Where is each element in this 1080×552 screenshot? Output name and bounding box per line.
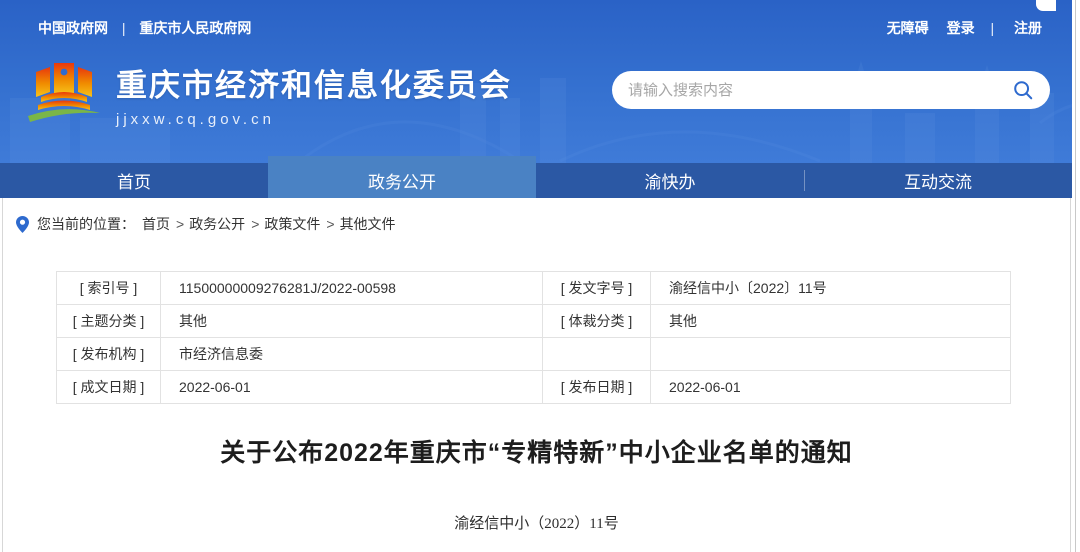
breadcrumb-home[interactable]: 首页 bbox=[142, 214, 170, 234]
page-corner-notch bbox=[1036, 0, 1056, 11]
meta-label-index-no: [ 索引号 ] bbox=[57, 272, 161, 305]
meta-value-subject-category: 其他 bbox=[161, 305, 543, 338]
breadcrumb-separator: > bbox=[176, 216, 184, 232]
breadcrumb: 您当前的位置： 首页 > 政务公开 > 政策文件 > 其他文件 bbox=[3, 198, 1070, 234]
meta-label-empty bbox=[543, 338, 651, 371]
document-meta-table: [ 索引号 ] 11500000009276281J/2022-00598 [ … bbox=[56, 271, 1011, 404]
search-input[interactable] bbox=[628, 82, 1012, 99]
topbar-separator: | bbox=[122, 20, 126, 36]
breadcrumb-policy-files[interactable]: 政策文件 bbox=[264, 214, 320, 234]
meta-label-publish-date: [ 发布日期 ] bbox=[543, 371, 651, 404]
meta-label-written-date: [ 成文日期 ] bbox=[57, 371, 161, 404]
site-title: 重庆市经济和信息化委员会 bbox=[116, 60, 512, 105]
nav-item-gov-info[interactable]: 政务公开 bbox=[268, 156, 536, 198]
page: 中国政府网 | 重庆市人民政府网 无障碍 登录 | 注册 bbox=[0, 0, 1072, 552]
topbar-link-china-gov[interactable]: 中国政府网 bbox=[38, 20, 108, 36]
register-link[interactable]: 注册 bbox=[1014, 20, 1042, 36]
meta-value-doc-symbol: 渝经信中小〔2022〕11号 bbox=[651, 272, 1011, 305]
breadcrumb-separator: > bbox=[326, 216, 334, 232]
page-right-edge bbox=[1072, 0, 1080, 552]
topbar-left: 中国政府网 | 重庆市人民政府网 bbox=[38, 18, 251, 38]
meta-label-doc-symbol: [ 发文字号 ] bbox=[543, 272, 651, 305]
search-icon[interactable] bbox=[1012, 79, 1034, 101]
site-logo-icon bbox=[26, 56, 102, 132]
breadcrumb-gov-info[interactable]: 政务公开 bbox=[189, 214, 245, 234]
meta-value-empty bbox=[651, 338, 1011, 371]
meta-label-issuing-agency: [ 发布机构 ] bbox=[57, 338, 161, 371]
location-pin-icon bbox=[16, 216, 29, 233]
site-header: 中国政府网 | 重庆市人民政府网 无障碍 登录 | 注册 bbox=[0, 0, 1072, 163]
table-row: [ 主题分类 ] 其他 [ 体裁分类 ] 其他 bbox=[57, 305, 1011, 338]
meta-value-written-date: 2022-06-01 bbox=[161, 371, 543, 404]
nav-item-home[interactable]: 首页 bbox=[0, 163, 268, 198]
meta-value-index-no: 11500000009276281J/2022-00598 bbox=[161, 272, 543, 305]
table-row: [ 成文日期 ] 2022-06-01 [ 发布日期 ] 2022-06-01 bbox=[57, 371, 1011, 404]
meta-value-publish-date: 2022-06-01 bbox=[651, 371, 1011, 404]
search-box bbox=[612, 71, 1050, 109]
nav-item-yukuaiban[interactable]: 渝快办 bbox=[536, 163, 804, 198]
content-area: 您当前的位置： 首页 > 政务公开 > 政策文件 > 其他文件 [ 索引号 ] … bbox=[2, 198, 1071, 552]
meta-value-issuing-agency: 市经济信息委 bbox=[161, 338, 543, 371]
site-url: jjxxw.cq.gov.cn bbox=[116, 111, 512, 128]
table-row: [ 索引号 ] 11500000009276281J/2022-00598 [ … bbox=[57, 272, 1011, 305]
meta-value-genre-category: 其他 bbox=[651, 305, 1011, 338]
breadcrumb-separator: > bbox=[251, 216, 259, 232]
accessibility-link[interactable]: 无障碍 bbox=[887, 20, 929, 36]
topbar-link-cq-gov[interactable]: 重庆市人民政府网 bbox=[139, 20, 251, 36]
meta-label-genre-category: [ 体裁分类 ] bbox=[543, 305, 651, 338]
table-row: [ 发布机构 ] 市经济信息委 bbox=[57, 338, 1011, 371]
brand-text: 重庆市经济和信息化委员会 jjxxw.cq.gov.cn bbox=[116, 60, 512, 128]
login-link[interactable]: 登录 bbox=[947, 20, 975, 36]
topbar-right: 无障碍 登录 | 注册 bbox=[873, 18, 1042, 38]
breadcrumb-label: 您当前的位置： bbox=[37, 214, 135, 234]
meta-label-subject-category: [ 主题分类 ] bbox=[57, 305, 161, 338]
site-brand[interactable]: 重庆市经济和信息化委员会 jjxxw.cq.gov.cn bbox=[26, 56, 512, 132]
topbar: 中国政府网 | 重庆市人民政府网 无障碍 登录 | 注册 bbox=[0, 0, 1072, 38]
nav-item-interaction[interactable]: 互动交流 bbox=[804, 163, 1072, 198]
article-title: 关于公布2022年重庆市“专精特新”中小企业名单的通知 bbox=[3, 433, 1070, 469]
main-nav: 首页 政务公开 渝快办 互动交流 bbox=[0, 163, 1072, 198]
topbar-separator: | bbox=[990, 20, 994, 36]
breadcrumb-other-files[interactable]: 其他文件 bbox=[340, 214, 396, 234]
document-number: 渝经信中小（2022）11号 bbox=[3, 512, 1070, 533]
